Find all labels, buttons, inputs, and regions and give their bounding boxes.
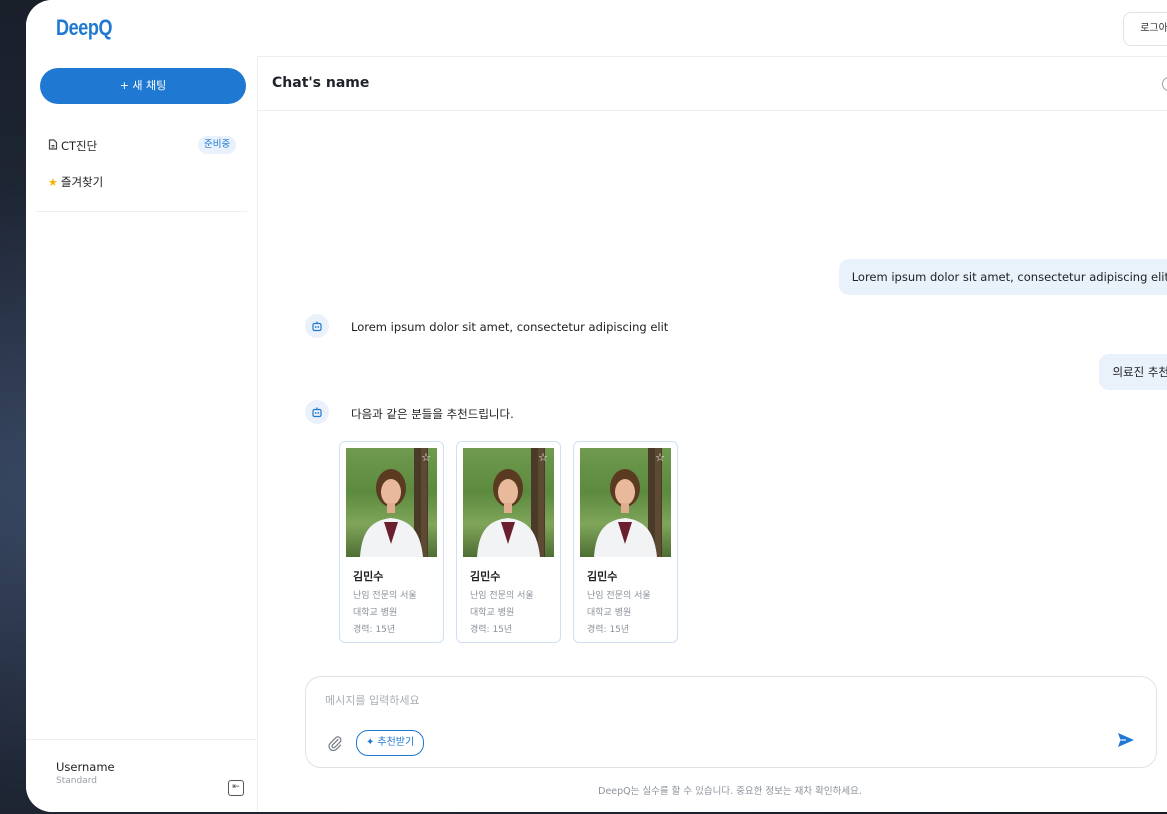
app-window: DeepQ 로그아웃 + 새 채팅 CT진단 준비중 ★ 즐겨찾기 Userna…: [26, 0, 1167, 812]
doctor-photo: ☆: [580, 448, 671, 557]
doctor-photo: ☆: [346, 448, 437, 557]
doctor-hospital: 대학교 병원: [353, 608, 398, 618]
sidebar-item-ct-diagnosis[interactable]: CT진단: [48, 136, 97, 156]
disclaimer-text: DeepQ는 실수를 할 수 있습니다. 중요한 정보는 재차 확인하세요.: [598, 786, 862, 797]
doctor-hospital: 대학교 병원: [587, 608, 632, 618]
sidebar-item-label: 즐겨찾기: [60, 175, 104, 189]
top-bar: DeepQ 로그아웃: [26, 0, 1167, 57]
app-logo[interactable]: DeepQ: [56, 15, 113, 41]
favorite-star-icon[interactable]: ☆: [655, 451, 665, 464]
logout-button[interactable]: 로그아웃: [1123, 12, 1167, 46]
sidebar-item-label: CT진단: [61, 139, 98, 153]
doctor-specialty: 난임 전문의 서울: [353, 591, 417, 601]
sidebar-divider: [26, 739, 257, 740]
bot-message: 다음과 같은 분들을 추천드립니다.: [351, 407, 514, 421]
favorite-star-icon[interactable]: ☆: [421, 451, 431, 464]
sparkle-icon: ✦: [366, 737, 375, 748]
doctor-career: 경력: 15년: [470, 625, 513, 635]
doctor-hospital: 대학교 병원: [470, 608, 515, 618]
recommend-label: 추천받기: [377, 737, 415, 748]
search-icon[interactable]: [1162, 77, 1167, 91]
favorite-star-icon[interactable]: ☆: [538, 451, 548, 464]
message-composer: ✦ 추천받기: [305, 676, 1157, 768]
user-message: Lorem ipsum dolor sit amet, consectetur …: [838, 259, 1167, 295]
attach-icon[interactable]: [327, 735, 343, 755]
doctor-photo: ☆: [463, 448, 554, 557]
bot-avatar-icon: [305, 400, 329, 424]
doctor-specialty: 난임 전문의 서울: [470, 591, 534, 601]
star-icon: ★: [48, 175, 58, 189]
user-plan: Standard: [56, 776, 97, 786]
doctor-card[interactable]: ☆ 김민수 난임 전문의 서울 대학교 병원 경력: 15년: [573, 441, 678, 643]
doctor-specialty: 난임 전문의 서울: [587, 591, 651, 601]
new-chat-button[interactable]: + 새 채팅: [40, 68, 246, 104]
doctor-career: 경력: 15년: [353, 625, 396, 635]
username: Username: [56, 760, 115, 774]
doctor-name: 김민수: [353, 570, 384, 583]
doctor-career: 경력: 15년: [587, 625, 630, 635]
collapse-icon: ⇤: [232, 782, 240, 792]
chat-panel: Chat's name Lorem ipsum dolor sit amet, …: [257, 56, 1167, 812]
doctor-name: 김민수: [587, 570, 618, 583]
doctor-card[interactable]: ☆ 김민수 난임 전문의 서울 대학교 병원 경력: 15년: [339, 441, 444, 643]
message-input[interactable]: [323, 693, 1027, 708]
sidebar: + 새 채팅 CT진단 준비중 ★ 즐겨찾기 Username Standard…: [26, 56, 258, 812]
doctor-card[interactable]: ☆ 김민수 난임 전문의 서울 대학교 병원 경력: 15년: [456, 441, 561, 643]
doctor-name: 김민수: [470, 570, 501, 583]
recommend-button[interactable]: ✦ 추천받기: [356, 730, 425, 756]
bot-avatar-icon: [305, 314, 329, 338]
send-icon[interactable]: [1117, 732, 1135, 752]
status-badge: 준비중: [198, 136, 237, 154]
sidebar-item-favorites[interactable]: ★ 즐겨찾기: [48, 172, 103, 192]
document-icon: [48, 139, 58, 153]
chat-header: Chat's name: [257, 56, 1167, 111]
bot-message: Lorem ipsum dolor sit amet, consectetur …: [351, 320, 669, 334]
sidebar-divider: [36, 211, 247, 212]
collapse-sidebar-button[interactable]: ⇤: [228, 780, 244, 796]
chat-title: Chat's name: [272, 75, 370, 91]
user-message: 의료진 추천: [1099, 354, 1167, 390]
